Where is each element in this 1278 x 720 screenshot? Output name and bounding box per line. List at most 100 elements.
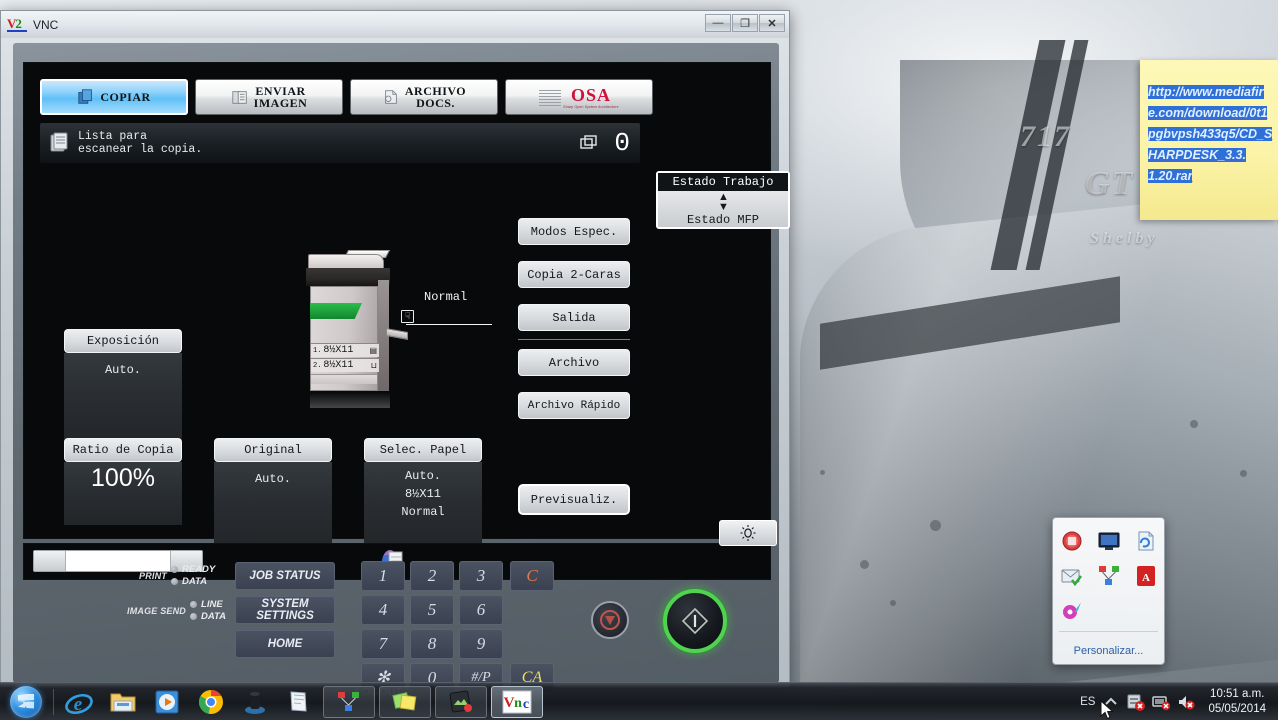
clock-date: 05/05/2014 [1208, 702, 1266, 715]
taskbar-sticky-notes-window[interactable] [379, 685, 431, 718]
taskbar-google-chrome[interactable] [190, 685, 232, 719]
stop-button[interactable] [591, 601, 629, 639]
paper-select-panel[interactable]: Selec. Papel Auto. 8½X11 Normal [364, 438, 482, 547]
key-5[interactable]: 5 [410, 595, 454, 625]
taskbar-internet-explorer[interactable]: e [58, 685, 100, 719]
language-indicator[interactable]: ES [1080, 696, 1095, 708]
network-nodes-icon[interactable] [1098, 565, 1120, 587]
window-controls[interactable]: — ❐ ✕ [705, 14, 785, 32]
customize-link[interactable]: Personalizar... [1053, 645, 1164, 657]
key-2[interactable]: 2 [410, 561, 454, 591]
document-sync-icon[interactable] [1135, 530, 1157, 552]
wallpaper-speck [930, 520, 941, 531]
minimize-button[interactable]: — [705, 14, 731, 32]
mfp-document-feeder [308, 254, 384, 269]
paper-select-caption[interactable]: Selec. Papel [364, 438, 482, 462]
key-clear[interactable]: C [510, 561, 554, 591]
system-tray[interactable]: ES 10:51 a.m. 05/05/2014 [1080, 683, 1278, 720]
image-send-led-group: IMAGE SEND LINE DATA [127, 599, 226, 622]
clock[interactable]: 10:51 a.m. 05/05/2014 [1202, 687, 1272, 717]
sticky-line-4: HARPDESK_3.3. [1148, 148, 1246, 162]
internet-explorer-icon: e [65, 693, 93, 715]
status-message: Lista para escanear la copia. [78, 130, 202, 156]
taskbar-vnc-viewer[interactable]: V n c [491, 685, 543, 718]
special-modes-button[interactable]: Modos Espec. [518, 218, 630, 245]
print-led-group: PRINT READY DATA [139, 564, 215, 587]
key-9[interactable]: 9 [459, 629, 503, 659]
key-7[interactable]: 7 [361, 629, 405, 659]
sticky-note-link[interactable]: http://www.mediafir e.com/download/0t1 p… [1148, 82, 1274, 187]
start-button[interactable] [2, 684, 50, 720]
preview-button[interactable]: Previsualiz. [518, 484, 630, 515]
mfp-bypass-label: Normal [424, 290, 468, 304]
key-1[interactable]: 1 [361, 561, 405, 591]
taskbar-network-manager[interactable] [323, 685, 375, 718]
image-send-led-label: IMAGE SEND [127, 605, 187, 616]
mfp-tray-slot-3 [311, 374, 377, 384]
tray-overflow-flyout[interactable]: A Personalizar... [1052, 517, 1165, 665]
key-8[interactable]: 8 [410, 629, 454, 659]
output-button[interactable]: Salida [518, 304, 630, 331]
ready-led-icon [171, 566, 178, 573]
windows-taskbar[interactable]: e V n c ES 10:51 a.m. 05/05/2014 [0, 682, 1278, 720]
tab-archivo-docs[interactable]: ARCHIVO DOCS. [350, 79, 498, 115]
status-message-bar: Lista para escanear la copia. 0 [40, 123, 640, 163]
mail-check-icon[interactable] [1061, 565, 1083, 587]
key-4[interactable]: 4 [361, 595, 405, 625]
copy-ratio-panel[interactable]: Ratio de Copia 100% [64, 438, 182, 525]
home-key[interactable]: HOME [235, 630, 335, 658]
sticky-line-2: e.com/download/0t1 [1148, 106, 1268, 120]
taskbar-media-player[interactable] [146, 685, 188, 719]
tray-icon-grid[interactable]: A [1053, 518, 1164, 622]
system-settings-key[interactable]: SYSTEM SETTINGS [235, 596, 335, 624]
lcd-touchscreen[interactable]: COPIAR ENVIAR IMAGEN ARCHIVO DOCS. OSA S… [23, 62, 790, 547]
brightness-button[interactable] [719, 520, 777, 546]
key-3[interactable]: 3 [459, 561, 503, 591]
copy-ratio-caption[interactable]: Ratio de Copia [64, 438, 182, 462]
adobe-reader-icon[interactable]: A [1135, 565, 1157, 587]
wallpaper-text-3: Shelby [1090, 230, 1159, 247]
original-panel[interactable]: Original Auto. [214, 438, 332, 547]
window-titlebar[interactable]: V2 VNC — ❐ ✕ [1, 11, 789, 38]
key-6[interactable]: 6 [459, 595, 503, 625]
mode-tabs[interactable]: COPIAR ENVIAR IMAGEN ARCHIVO DOCS. OSA S… [40, 79, 653, 115]
media-device-icon[interactable] [1061, 600, 1083, 622]
show-hidden-icons-chevron[interactable] [1102, 693, 1120, 711]
display-monitor-icon[interactable] [1098, 530, 1120, 552]
taskbar-photo-viewer[interactable] [435, 685, 487, 718]
status-line-2: escanear la copia. [78, 143, 203, 156]
osa-logo: OSA Sharp Open System Architecture [563, 86, 618, 109]
mfp-callout-line [406, 324, 492, 325]
job-status-key[interactable]: JOB STATUS [235, 562, 335, 590]
job-status-toggle[interactable]: Estado Trabajo ▲ ▼ Estado MFP [656, 171, 790, 229]
mfp-tray-1-label[interactable]: 1. 8½X11 ▤ [311, 343, 379, 357]
original-caption[interactable]: Original [214, 438, 332, 462]
svg-text:n: n [514, 696, 522, 711]
volume-muted-icon[interactable] [1177, 693, 1195, 711]
dark-app-icon [245, 691, 265, 714]
two-sided-copy-button[interactable]: Copia 2-Caras [518, 261, 630, 288]
maximize-button[interactable]: ❐ [732, 14, 758, 32]
vnc-viewer-window[interactable]: V2 VNC — ❐ ✕ COPIAR ENVIAR IMAGEN ARCHIV… [0, 10, 790, 698]
sticky-note[interactable]: http://www.mediafir e.com/download/0t1 p… [1140, 60, 1278, 220]
right-function-buttons[interactable]: Modos Espec. Copia 2-Caras Salida Archiv… [518, 218, 632, 435]
taskbar-file-explorer[interactable] [102, 685, 144, 719]
quick-file-button[interactable]: Archivo Rápido [518, 392, 630, 419]
close-button[interactable]: ✕ [759, 14, 785, 32]
doc-file-icon [385, 90, 397, 104]
antivirus-alert-icon[interactable] [1127, 693, 1146, 711]
antivirus-shield-icon[interactable] [1061, 530, 1083, 552]
tab-enviar-imagen[interactable]: ENVIAR IMAGEN [195, 79, 343, 115]
tab-osa[interactable]: OSA Sharp Open System Architecture [505, 79, 653, 115]
mfp-tray-2-label[interactable]: 2. 8½X11 ⊔ [311, 358, 379, 372]
network-disconnected-icon[interactable] [1152, 693, 1171, 711]
sticky-notes-icon [290, 690, 307, 712]
mfp-illustration[interactable]: 1. 8½X11 ▤ 2. 8½X11 ⊔ ☟ Normal [302, 246, 492, 408]
file-button[interactable]: Archivo [518, 349, 630, 376]
tab-copiar[interactable]: COPIAR [40, 79, 188, 115]
taskbar-sticky-notes[interactable] [278, 685, 320, 719]
exposure-panel[interactable]: Exposición Auto. [64, 329, 182, 446]
exposure-caption[interactable]: Exposición [64, 329, 182, 353]
start-button[interactable] [663, 589, 727, 653]
taskbar-dark-app[interactable] [234, 685, 276, 719]
